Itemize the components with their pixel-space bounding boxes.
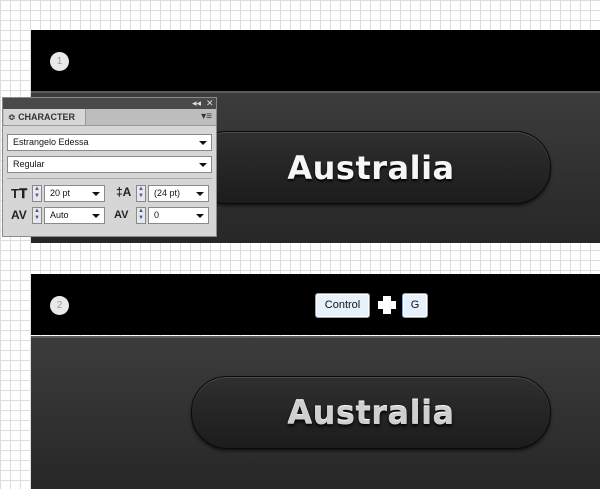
close-icon[interactable]: ✕ bbox=[206, 98, 214, 109]
step-1-header-strip: 1 bbox=[31, 30, 600, 91]
font-style-value: Regular bbox=[13, 159, 45, 169]
tracking-select[interactable]: 0 bbox=[148, 207, 209, 224]
tracking-value: 0 bbox=[154, 210, 160, 220]
font-size-select[interactable]: 20 pt bbox=[44, 185, 105, 202]
panel-tab-bar: ≎ CHARACTER ▾≡ bbox=[3, 109, 216, 126]
leading-select[interactable]: (24 pt) bbox=[148, 185, 209, 202]
chevron-down-icon bbox=[199, 163, 207, 167]
panel-menu-icon[interactable]: ▾≡ bbox=[201, 111, 212, 123]
kerning-select[interactable]: Auto bbox=[44, 207, 105, 224]
kerning-stepper[interactable]: ▲ ▼ bbox=[32, 207, 42, 224]
panel-divider bbox=[7, 178, 212, 179]
tracking-stepper[interactable]: ▲ ▼ bbox=[136, 207, 146, 224]
step-2-panel: 2 Control G Australia bbox=[31, 274, 600, 489]
tab-marker-icon: ≎ bbox=[8, 112, 16, 122]
leading-icon: ‡A bbox=[116, 185, 132, 199]
australia-button[interactable]: Australia bbox=[191, 131, 551, 204]
collapse-icon[interactable]: ◂◂ bbox=[192, 98, 201, 109]
font-family-value: Estrangelo Edessa bbox=[13, 137, 89, 147]
panel-title-bar: ◂◂ ✕ bbox=[3, 98, 216, 109]
leading-value: (24 pt) bbox=[154, 188, 181, 198]
font-family-select[interactable]: Estrangelo Edessa bbox=[7, 134, 212, 151]
step-number-badge: 1 bbox=[50, 52, 69, 71]
button-label: Australia bbox=[287, 148, 455, 187]
chevron-down-icon bbox=[196, 214, 204, 218]
tab-character-label: CHARACTER bbox=[18, 112, 76, 122]
g-key: G bbox=[402, 293, 428, 318]
leading-stepper[interactable]: ▲ ▼ bbox=[136, 185, 146, 202]
tracking-icon: AV bbox=[114, 209, 129, 221]
font-style-select[interactable]: Regular bbox=[7, 156, 212, 173]
font-size-value: 20 pt bbox=[50, 188, 71, 198]
font-size-icon: T𝐓 bbox=[11, 186, 28, 201]
plus-icon bbox=[375, 293, 399, 317]
step-2-header-strip: 2 Control G bbox=[31, 274, 600, 335]
step-number-badge: 2 bbox=[50, 296, 69, 315]
step-2-canvas: Australia bbox=[31, 336, 600, 489]
australia-button[interactable]: Australia bbox=[191, 376, 551, 449]
button-label: Australia bbox=[287, 393, 455, 432]
character-panel: ◂◂ ✕ ≎ CHARACTER ▾≡ Estrangelo Edessa Re… bbox=[2, 97, 217, 237]
control-key: Control bbox=[315, 293, 370, 318]
chevron-down-icon bbox=[92, 214, 100, 218]
tab-character[interactable]: ≎ CHARACTER bbox=[4, 109, 86, 125]
kerning-value: Auto bbox=[50, 210, 69, 220]
kerning-icon: AV bbox=[11, 208, 27, 222]
font-size-stepper[interactable]: ▲ ▼ bbox=[32, 185, 42, 202]
chevron-down-icon bbox=[92, 192, 100, 196]
chevron-down-icon bbox=[196, 192, 204, 196]
chevron-down-icon bbox=[199, 141, 207, 145]
